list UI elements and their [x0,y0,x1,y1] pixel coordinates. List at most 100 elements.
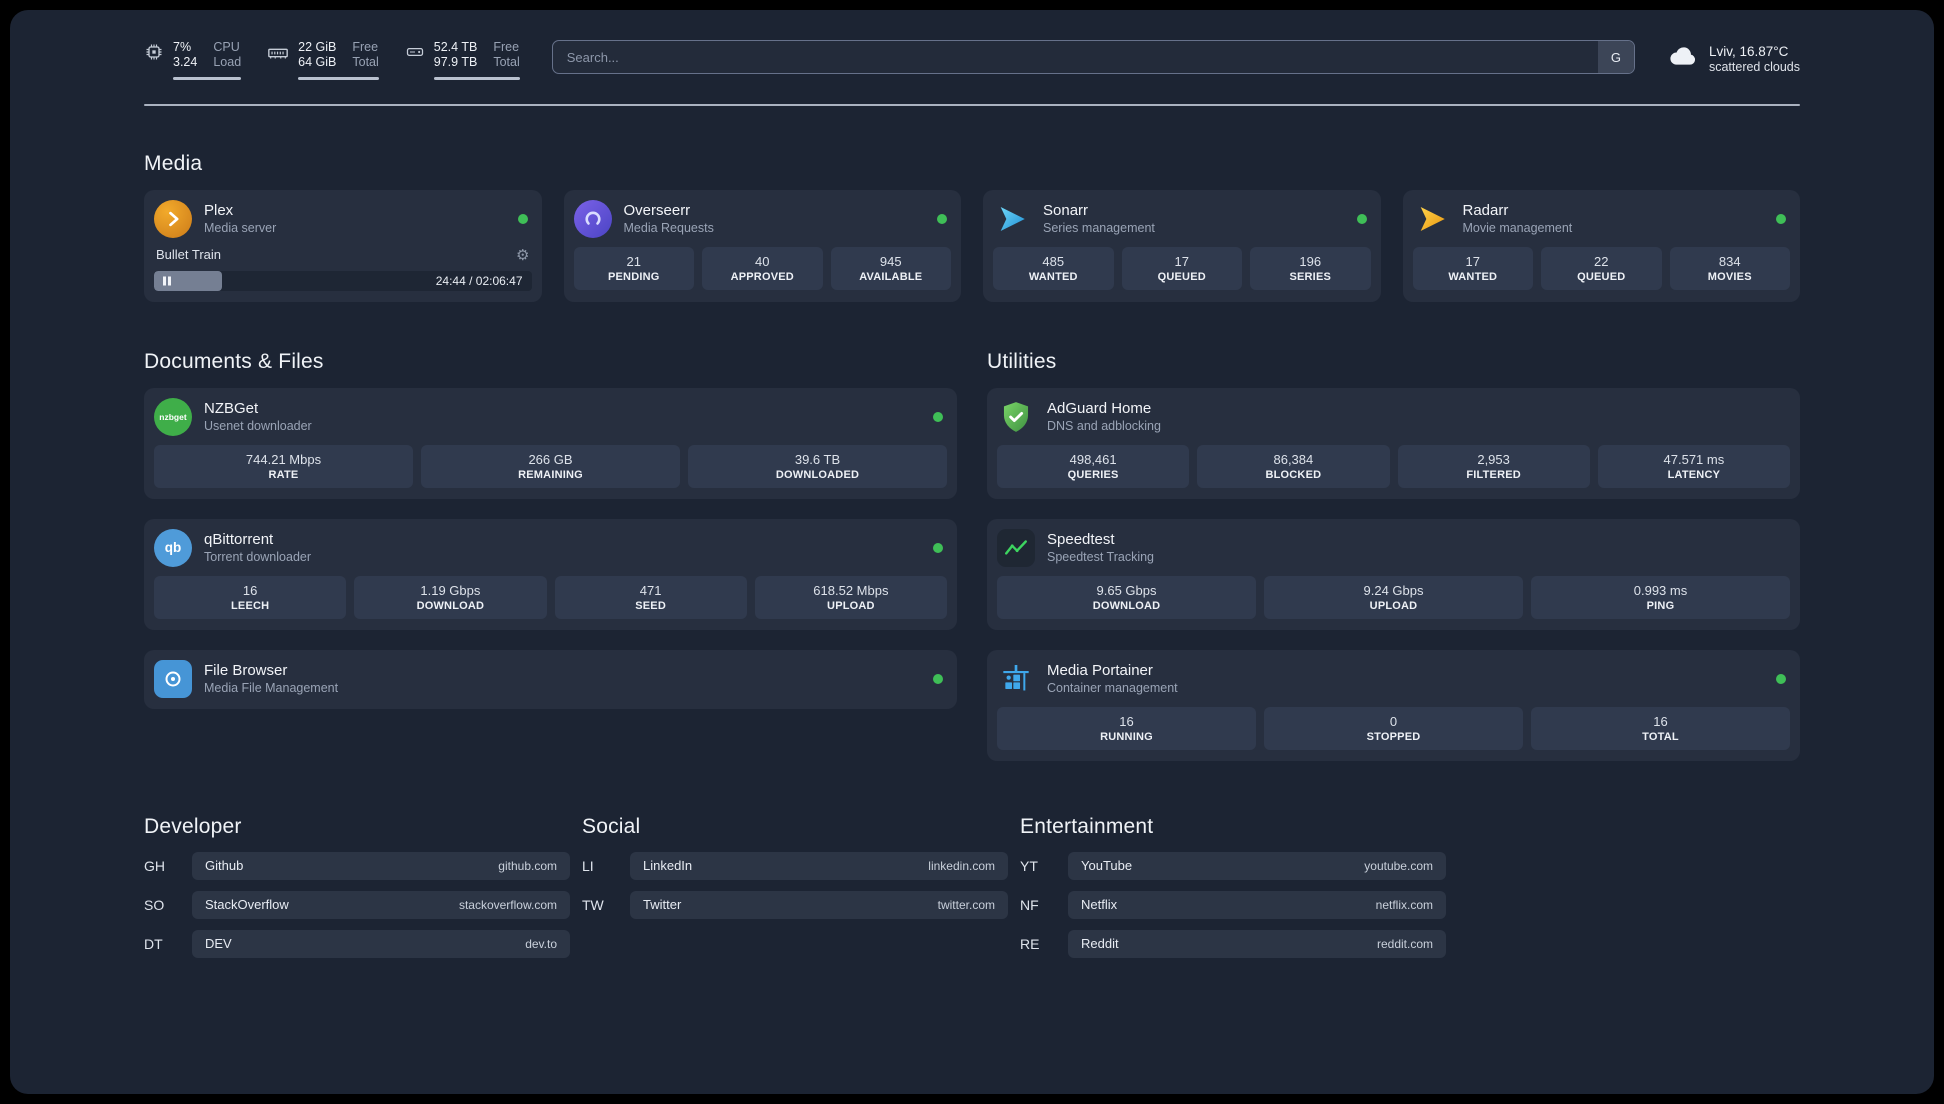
app-name: Sonarr [1043,202,1089,220]
bookmark-reddit[interactable]: Reddit reddit.com [1068,929,1446,958]
ram-icon [267,42,289,69]
gear-icon[interactable]: ⚙ [516,246,529,264]
bookmark-row: LI LinkedIn linkedin.com [582,851,1008,880]
status-dot [1776,673,1786,684]
cpu-load-value: 3.24 [173,55,198,70]
status-dot [933,411,943,422]
bookmark-github[interactable]: Github github.com [192,851,570,880]
app-card-plex[interactable]: Plex Media server Bullet Train ⚙ 24:44 /… [144,189,542,302]
playback-progress-bar[interactable]: 24:44 / 02:06:47 [154,270,532,291]
disk-free: 52.4 TB [433,40,478,54]
bookmark-youtube[interactable]: YouTube youtube.com [1068,851,1446,880]
status-dot [517,213,528,224]
section-title-utilities: Utilities [987,349,1057,373]
cpu-icon [144,42,164,67]
app-card-filebrowser[interactable]: File Browser Media File Management [144,649,957,709]
app-name: Media Portainer [1047,662,1153,680]
section-title-developer: Developer [144,814,242,838]
search-input[interactable] [552,41,1598,73]
app-desc: Series management [1043,220,1155,235]
app-card-adguard[interactable]: AdGuard Home DNS and adblocking 498,461 Q… [987,387,1800,499]
app-desc: Media server [204,220,277,235]
now-playing-title: Bullet Train [156,247,222,262]
app-card-radarr[interactable]: Radarr Movie management 17 WANTED 22 QUEUE… [1402,189,1800,302]
status-dot [933,542,943,553]
app-name: NZBGet [204,400,259,418]
bookmark-abbr: NF [1020,896,1039,913]
stat-tile: 9.65 Gbps DOWNLOAD [997,575,1256,619]
status-dot [1776,213,1786,224]
stat-tile: 1.19 Gbps DOWNLOAD [354,575,547,619]
section-title-media: Media [144,151,203,175]
app-desc: Media Requests [623,220,714,235]
bookmark-abbr: DT [144,935,163,952]
filebrowser-icon [154,659,192,698]
weather-location: Lviv, 16.87°C [1708,43,1789,59]
stat-tile: 834 MOVIES [1669,246,1790,290]
app-card-sonarr[interactable]: Sonarr Series management 485 WANTED 17 QUE… [983,189,1381,302]
media-grid: Plex Media server Bullet Train ⚙ 24:44 /… [144,189,1800,302]
app-card-qbittorrent[interactable]: qb qBittorrent Torrent downloader 16 LEEC… [144,518,957,630]
portainer-icon [997,660,1035,698]
app-name: File Browser [204,662,288,680]
bookmark-abbr: TW [582,896,604,913]
bookmark-abbr: GH [144,857,165,874]
section-title-social: Social [582,814,641,838]
section-title-entertainment: Entertainment [1020,814,1154,838]
cloud-icon [1667,40,1699,77]
bookmark-twitter[interactable]: Twitter twitter.com [630,890,1008,919]
stat-tile: 266 GB REMAINING [421,444,680,488]
dashboard: 7% 3.24 CPU Load 22 GiB 64 GiB Free Total [10,10,1934,1094]
header-divider [144,103,1800,106]
ram-free: 22 GiB [298,40,337,54]
qbittorrent-icon: qb [154,528,192,567]
app-card-speedtest[interactable]: Speedtest Speedtest Tracking 9.65 Gbps DO… [987,518,1800,630]
bookmarks-area: Developer GH Github github.com SO StackO… [144,815,1800,1018]
bookmark-linkedin[interactable]: LinkedIn linkedin.com [630,851,1008,880]
app-desc: Movie management [1462,220,1573,235]
bookmark-row: NF Netflix netflix.com [1020,890,1446,919]
stat-tile: 16 TOTAL [1531,706,1790,750]
cpu-label-1: CPU [213,40,240,54]
status-dot [937,213,947,224]
top-bar: 7% 3.24 CPU Load 22 GiB 64 GiB Free Total [144,10,1800,80]
search-engine-button[interactable]: G [1597,41,1634,73]
app-desc: Speedtest Tracking [1047,549,1155,564]
pause-icon[interactable] [163,276,171,285]
app-card-portainer[interactable]: Media Portainer Container management 16 R… [987,649,1800,761]
bookmark-abbr: LI [582,857,594,874]
disk-total: 97.9 TB [433,55,478,70]
bookmarks-developer: Developer GH Github github.com SO StackO… [144,815,570,958]
bookmarks-social: Social LI LinkedIn linkedin.com TW Twitt… [582,815,1008,958]
app-desc: Container management [1047,680,1178,695]
stat-tile: 21 PENDING [573,246,694,290]
bookmark-row: YT YouTube youtube.com [1020,851,1446,880]
stat-tile: 17 QUEUED [1121,246,1242,290]
cpu-percent: 7% [173,40,192,54]
bookmark-dev[interactable]: DEV dev.to [192,929,570,958]
stat-tile: 0 STOPPED [1264,706,1523,750]
stat-tile: 40 APPROVED [702,246,823,290]
bookmark-abbr: YT [1020,857,1038,874]
disk-meter [433,76,520,80]
app-card-overseerr[interactable]: Overseerr Media Requests 21 PENDING 40 APP… [563,189,961,302]
app-card-nzbget[interactable]: nzbget NZBGet Usenet downloader 744.21 M… [144,387,957,499]
two-column-area: Documents & Files nzbget NZBGet Usenet d… [144,304,1800,761]
utilities-column: Utilities AdGuard Home DNS and adblockin… [987,304,1800,761]
plex-icon [154,199,192,238]
bookmark-stackoverflow[interactable]: StackOverflow stackoverflow.com [192,890,570,919]
app-name: Radarr [1462,202,1509,220]
disk-icon [405,42,425,67]
bookmark-abbr: SO [144,896,165,913]
stat-tile: 744.21 Mbps RATE [154,444,413,488]
bookmark-netflix[interactable]: Netflix netflix.com [1068,890,1446,919]
app-desc: Media File Management [204,680,339,695]
stat-tile: 2,953 FILTERED [1397,444,1590,488]
ram-total: 64 GiB [298,55,337,70]
stat-tile: 39.6 TB DOWNLOADED [688,444,947,488]
app-name: Speedtest [1047,531,1115,549]
stat-tile: 0.993 ms PING [1531,575,1790,619]
app-name: Overseerr [623,202,691,220]
overseerr-icon [573,199,612,238]
app-desc: Usenet downloader [204,418,312,433]
